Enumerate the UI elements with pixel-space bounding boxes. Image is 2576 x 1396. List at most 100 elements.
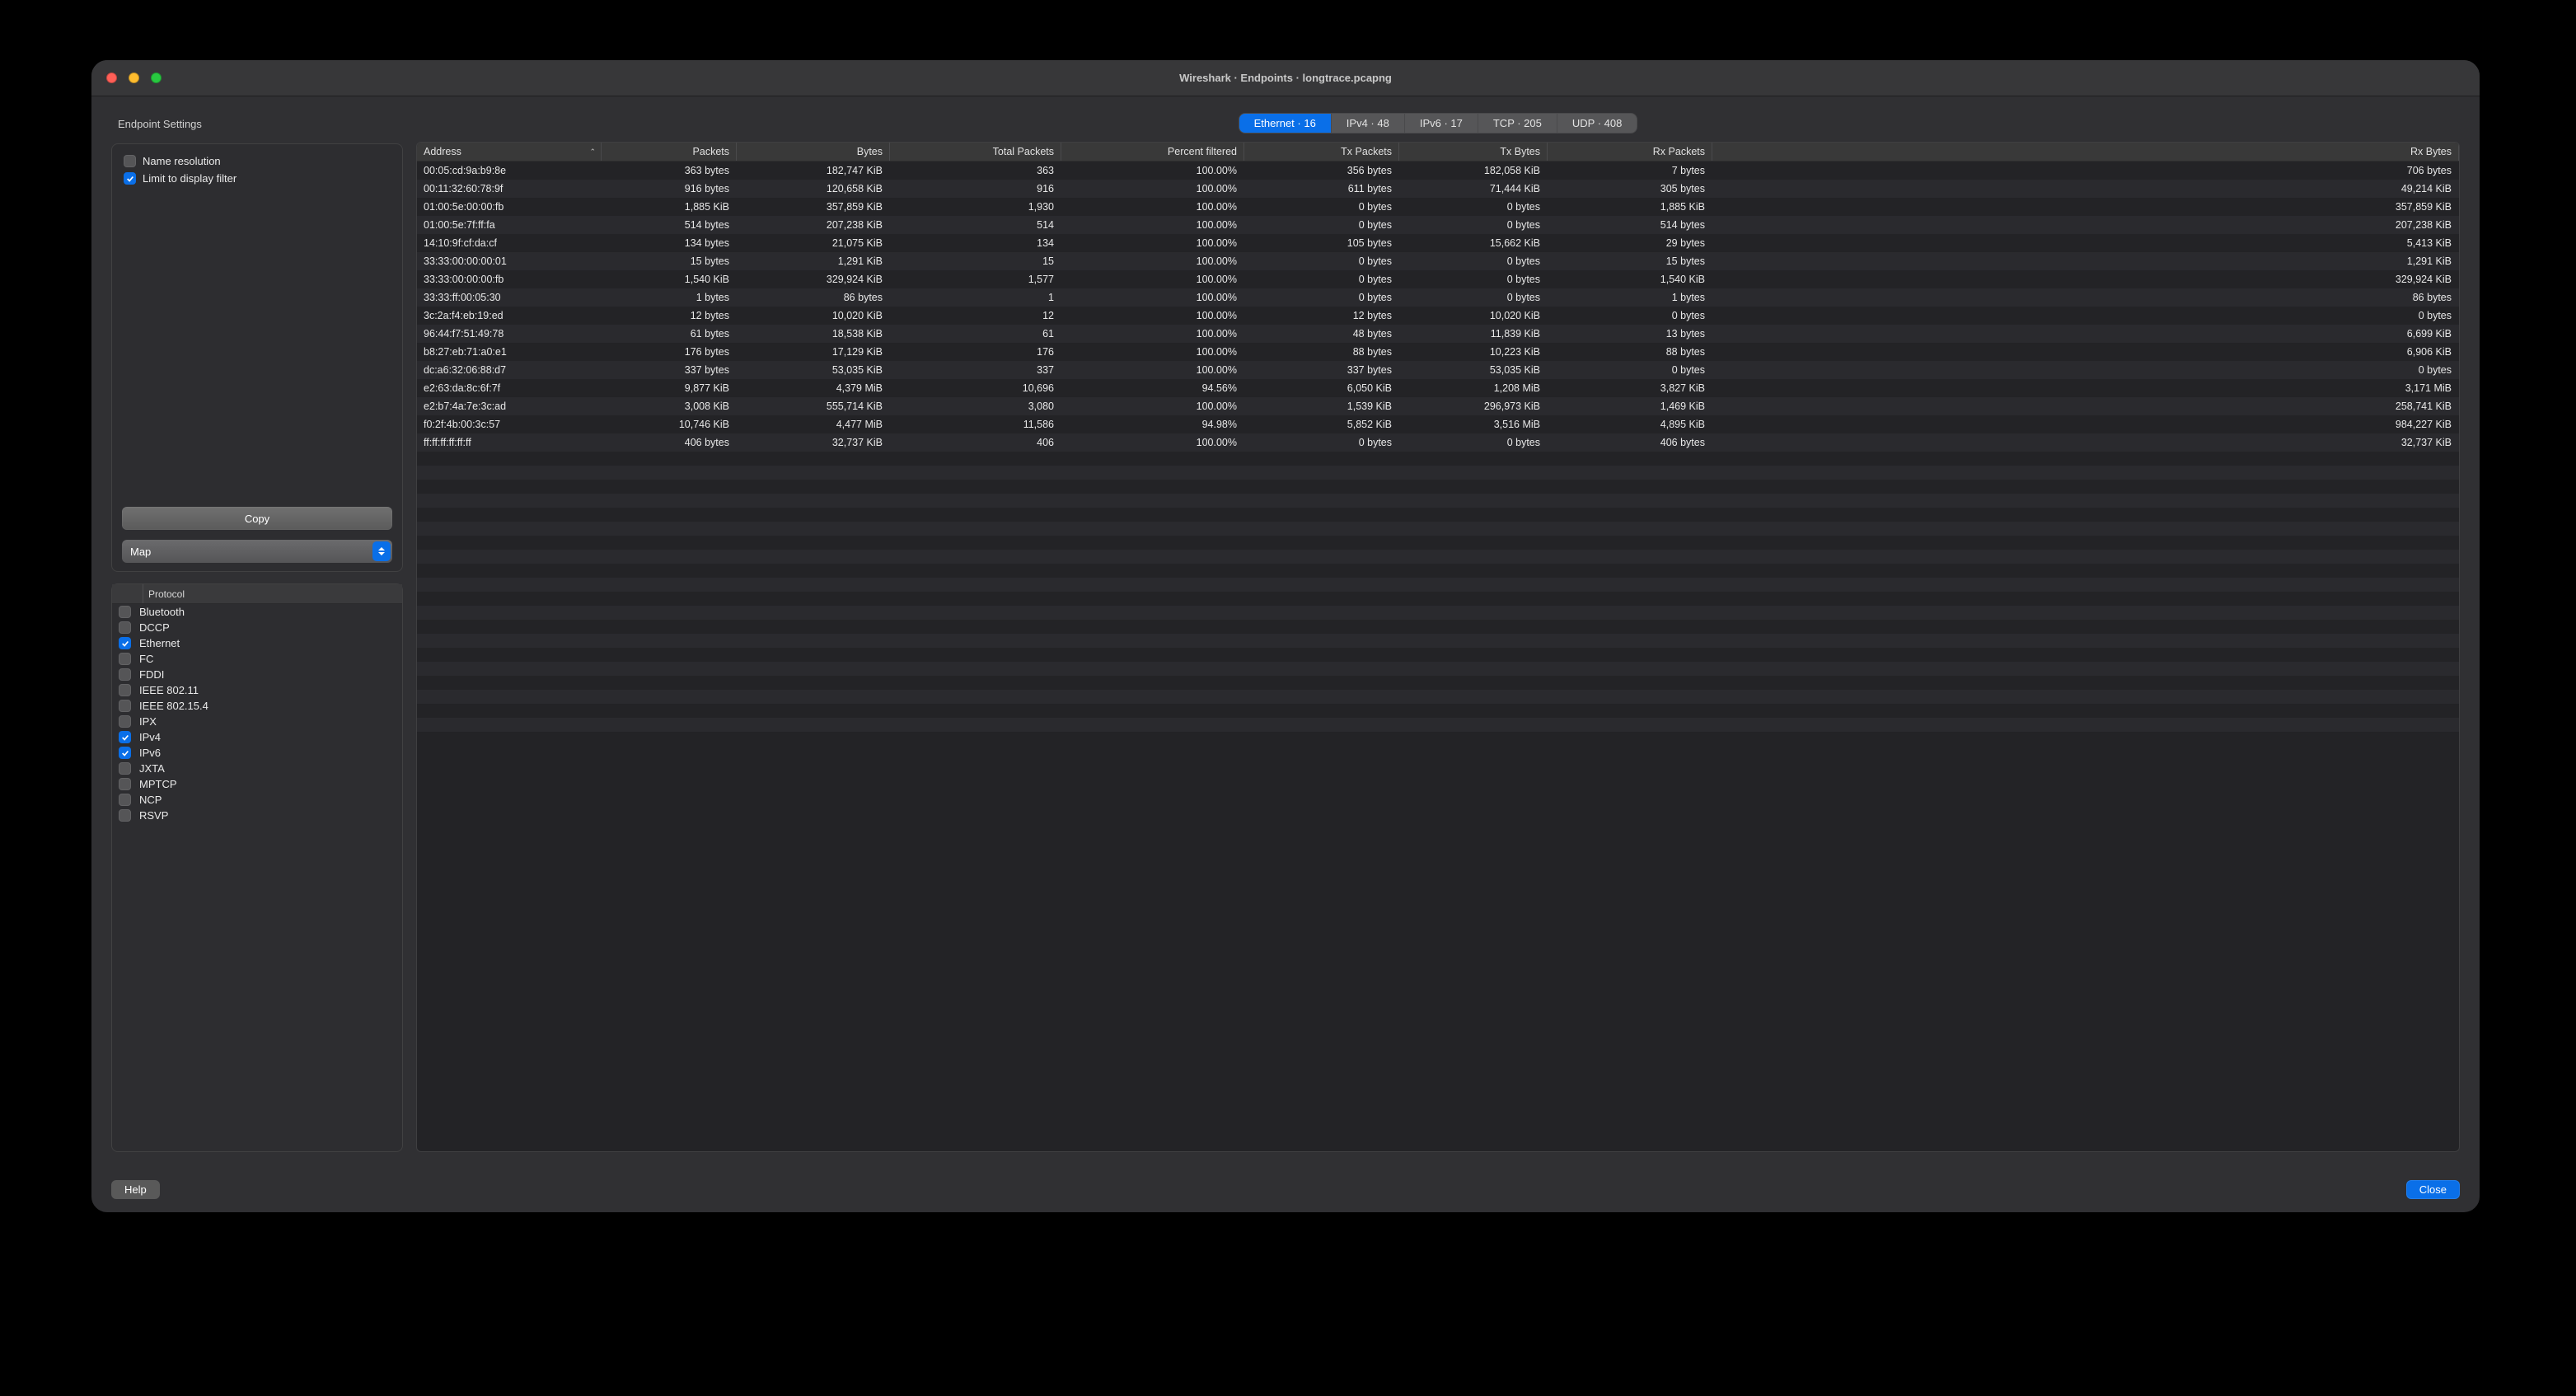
cell-packets: 12 bytes — [602, 307, 737, 325]
table-row[interactable]: f0:2f:4b:00:3c:5710,746 KiB4,477 MiB11,5… — [417, 415, 2459, 433]
cell-bytes: 53,035 KiB — [737, 361, 890, 379]
cell-bytes: 120,658 KiB — [737, 180, 890, 198]
protocol-row-rsvp[interactable]: RSVP — [112, 808, 402, 823]
table-row[interactable]: 01:00:5e:00:00:fb1,885 KiB357,859 KiB1,9… — [417, 198, 2459, 216]
cell-tx-packets: 5,852 KiB — [1244, 415, 1399, 433]
column-header-rx-packets[interactable]: Rx Packets — [1548, 143, 1712, 161]
table-row-empty — [417, 466, 2459, 480]
tab-ethernet[interactable]: Ethernet · 16 — [1239, 114, 1332, 133]
protocol-row-ipv6[interactable]: IPv6 — [112, 745, 402, 761]
column-header-label: Percent filtered — [1168, 146, 1237, 157]
cell-total-packets: 514 — [890, 216, 1061, 234]
right-pane: Ethernet · 16IPv4 · 48IPv6 · 17TCP · 205… — [416, 113, 2460, 1152]
protocol-label: IEEE 802.11 — [139, 684, 199, 696]
table-row-empty — [417, 550, 2459, 564]
table-row[interactable]: ff:ff:ff:ff:ff:ff406 bytes32,737 KiB4061… — [417, 433, 2459, 452]
table-row[interactable]: 33:33:ff:00:05:301 bytes86 bytes1100.00%… — [417, 288, 2459, 307]
cell-percent-filtered: 100.00% — [1061, 270, 1244, 288]
column-header-rx-bytes[interactable]: Rx Bytes — [1712, 143, 2459, 161]
protocol-row-ncp[interactable]: NCP — [112, 792, 402, 808]
table-row[interactable]: e2:b7:4a:7e:3c:ad3,008 KiB555,714 KiB3,0… — [417, 397, 2459, 415]
cell-percent-filtered: 94.56% — [1061, 379, 1244, 397]
checkbox-label: Limit to display filter — [143, 172, 237, 185]
cell-tx-packets: 0 bytes — [1244, 270, 1399, 288]
cell-tx-bytes: 0 bytes — [1399, 270, 1548, 288]
table-row[interactable]: b8:27:eb:71:a0:e1176 bytes17,129 KiB1761… — [417, 343, 2459, 361]
protocol-row-ieee-802-11[interactable]: IEEE 802.11 — [112, 682, 402, 698]
cell-total-packets: 3,080 — [890, 397, 1061, 415]
protocol-label: DCCP — [139, 621, 170, 634]
tab-ipv6[interactable]: IPv6 · 17 — [1405, 114, 1478, 133]
table-row[interactable]: 33:33:00:00:00:fb1,540 KiB329,924 KiB1,5… — [417, 270, 2459, 288]
cell-bytes: 17,129 KiB — [737, 343, 890, 361]
table-row[interactable]: 3c:2a:f4:eb:19:ed12 bytes10,020 KiB12100… — [417, 307, 2459, 325]
cell-percent-filtered: 100.00% — [1061, 234, 1244, 252]
table-row[interactable]: 00:11:32:60:78:9f916 bytes120,658 KiB916… — [417, 180, 2459, 198]
table-row[interactable]: 01:00:5e:7f:ff:fa514 bytes207,238 KiB514… — [417, 216, 2459, 234]
column-header-tx-packets[interactable]: Tx Packets — [1244, 143, 1399, 161]
tab-udp[interactable]: UDP · 408 — [1557, 114, 1637, 133]
column-header-address[interactable]: Address⌃ — [417, 143, 602, 161]
table-row[interactable]: 33:33:00:00:00:0115 bytes1,291 KiB15100.… — [417, 252, 2459, 270]
column-header-total-packets[interactable]: Total Packets — [890, 143, 1061, 161]
tab-bar: Ethernet · 16IPv4 · 48IPv6 · 17TCP · 205… — [416, 113, 2460, 134]
cell-total-packets: 363 — [890, 162, 1061, 180]
cell-bytes: 357,859 KiB — [737, 198, 890, 216]
column-header-tx-bytes[interactable]: Tx Bytes — [1399, 143, 1548, 161]
table-row[interactable]: 96:44:f7:51:49:7861 bytes18,538 KiB61100… — [417, 325, 2459, 343]
protocol-row-ieee-802-15-4[interactable]: IEEE 802.15.4 — [112, 698, 402, 714]
protocol-row-bluetooth[interactable]: Bluetooth — [112, 604, 402, 620]
cell-packets: 337 bytes — [602, 361, 737, 379]
protocol-row-fddi[interactable]: FDDI — [112, 667, 402, 682]
checkbox-icon — [119, 700, 131, 712]
protocol-row-ipx[interactable]: IPX — [112, 714, 402, 729]
cell-packets: 1 bytes — [602, 288, 737, 307]
protocol-row-mptcp[interactable]: MPTCP — [112, 776, 402, 792]
table-row[interactable]: 00:05:cd:9a:b9:8e363 bytes182,747 KiB363… — [417, 162, 2459, 180]
table-row-empty — [417, 662, 2459, 676]
table-body[interactable]: 00:05:cd:9a:b9:8e363 bytes182,747 KiB363… — [417, 162, 2459, 1151]
table-row[interactable]: dc:a6:32:06:88:d7337 bytes53,035 KiB3371… — [417, 361, 2459, 379]
cell-rx-packets: 0 bytes — [1548, 307, 1712, 325]
column-header-packets[interactable]: Packets — [602, 143, 737, 161]
checkbox-icon — [119, 653, 131, 665]
column-header-bytes[interactable]: Bytes — [737, 143, 890, 161]
tab-tcp[interactable]: TCP · 205 — [1478, 114, 1557, 133]
protocol-row-jxta[interactable]: JXTA — [112, 761, 402, 776]
checkbox-icon — [119, 621, 131, 634]
cell-tx-packets: 88 bytes — [1244, 343, 1399, 361]
table-row[interactable]: 14:10:9f:cf:da:cf134 bytes21,075 KiB1341… — [417, 234, 2459, 252]
name-resolution-checkbox[interactable]: Name resolution — [122, 152, 392, 170]
cell-total-packets: 134 — [890, 234, 1061, 252]
window-content: Endpoint Settings Name resolution Limit … — [91, 96, 2480, 1212]
cell-tx-bytes: 11,839 KiB — [1399, 325, 1548, 343]
column-header-label: Total Packets — [993, 146, 1054, 157]
cell-tx-packets: 611 bytes — [1244, 180, 1399, 198]
cell-total-packets: 15 — [890, 252, 1061, 270]
cell-rx-bytes: 6,699 KiB — [1712, 325, 2459, 343]
cell-total-packets: 1,930 — [890, 198, 1061, 216]
protocol-row-ethernet[interactable]: Ethernet — [112, 635, 402, 651]
checkbox-icon — [119, 762, 131, 775]
column-header-percent-filtered[interactable]: Percent filtered — [1061, 143, 1244, 161]
protocol-row-dccp[interactable]: DCCP — [112, 620, 402, 635]
close-button[interactable]: Close — [2406, 1180, 2460, 1199]
tab-ipv4[interactable]: IPv4 · 48 — [1332, 114, 1405, 133]
help-button[interactable]: Help — [111, 1180, 160, 1199]
table-row[interactable]: e2:63:da:8c:6f:7f9,877 KiB4,379 MiB10,69… — [417, 379, 2459, 397]
cell-address: 33:33:ff:00:05:30 — [417, 288, 602, 307]
protocol-table-header[interactable]: Protocol — [112, 584, 402, 604]
cell-tx-packets: 0 bytes — [1244, 216, 1399, 234]
titlebar[interactable]: Wireshark · Endpoints · longtrace.pcapng — [91, 60, 2480, 96]
cell-tx-bytes: 53,035 KiB — [1399, 361, 1548, 379]
copy-button[interactable]: Copy — [122, 507, 392, 530]
limit-to-display-filter-checkbox[interactable]: Limit to display filter — [122, 170, 392, 187]
cell-tx-bytes: 1,208 MiB — [1399, 379, 1548, 397]
protocol-row-fc[interactable]: FC — [112, 651, 402, 667]
map-select[interactable]: Map — [122, 540, 392, 563]
protocol-row-ipv4[interactable]: IPv4 — [112, 729, 402, 745]
cell-address: 14:10:9f:cf:da:cf — [417, 234, 602, 252]
protocol-list[interactable]: BluetoothDCCPEthernetFCFDDI IEEE 802.11 IE… — [112, 604, 402, 1151]
cell-tx-bytes: 0 bytes — [1399, 198, 1548, 216]
tab-bar-inner: Ethernet · 16IPv4 · 48IPv6 · 17TCP · 205… — [1239, 113, 1638, 134]
